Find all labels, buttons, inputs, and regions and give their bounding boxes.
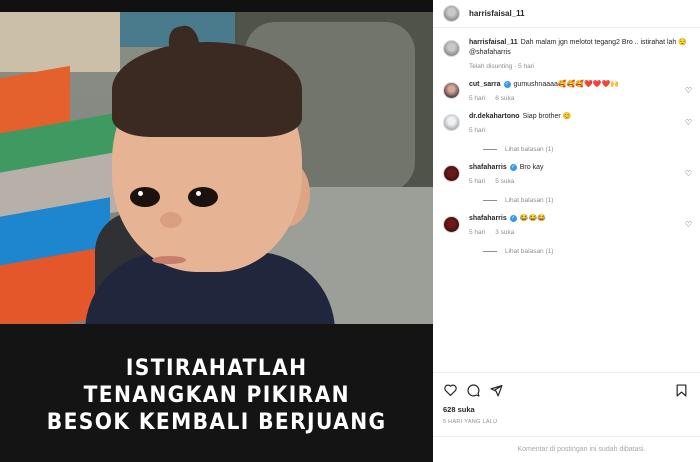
view-replies-button[interactable]: Lihat balasan (1) — [483, 146, 700, 153]
comment-username[interactable]: shafaharris — [469, 215, 507, 222]
replies-dash — [483, 200, 497, 201]
author-username[interactable]: harrisfaisal_11 — [469, 9, 525, 18]
post-side-panel: harrisfaisal_11 harrisfaisal_11 Dah malam… — [433, 0, 700, 462]
view-replies-label: Lihat balasan (1) — [505, 197, 554, 204]
author-avatar[interactable] — [443, 5, 460, 22]
replies-dash — [483, 149, 497, 150]
comment-heart-icon[interactable]: ♡ — [685, 86, 692, 95]
image-caption-line-3: BESOK KEMBALI BERJUANG — [46, 409, 387, 435]
comment-item: dr.dekahartono Siap brother 😊 5 hari ♡ — [433, 108, 700, 134]
comment-username[interactable]: dr.dekahartono — [469, 113, 520, 120]
comment-heart-icon[interactable]: ♡ — [685, 118, 692, 127]
comment-heart-icon[interactable]: ♡ — [685, 169, 692, 178]
post-actions: 628 suka 5 HARI YANG LALU — [433, 372, 700, 425]
verified-badge-icon: ✓ — [503, 80, 511, 88]
baby-eye-left — [130, 187, 160, 207]
action-icons — [443, 379, 690, 401]
baby-nose — [160, 212, 182, 228]
comment-heart-icon[interactable]: ♡ — [685, 220, 692, 229]
comment-likes[interactable]: 6 suka — [495, 95, 514, 102]
comment-likes[interactable]: 3 suka — [495, 229, 514, 236]
view-replies-button[interactable]: Lihat balasan (1) — [483, 248, 700, 255]
comment-item: shafaharris ✓ 😂😂😂 5 hari 3 suka ♡ — [433, 210, 700, 236]
view-replies-label: Lihat balasan (1) — [505, 248, 554, 255]
view-replies-label: Lihat balasan (1) — [505, 146, 554, 153]
caption-meta: Telah disunting · 5 hari — [469, 63, 535, 70]
comment-time: 5 hari — [469, 178, 486, 185]
verified-badge-icon: ✓ — [509, 163, 517, 171]
comment-text: Bro kay — [519, 164, 544, 171]
comment-item: shafaharris ✓ Bro kay 5 hari 5 suka ♡ — [433, 159, 700, 185]
background-shelf — [0, 12, 120, 72]
replies-dash — [483, 251, 497, 252]
comments-disabled-notice: Komentar di postingan ini sudah dibatasi… — [433, 436, 700, 462]
likes-count[interactable]: 628 suka — [443, 405, 690, 414]
comment-time: 5 hari — [469, 95, 486, 102]
comment-icon[interactable] — [466, 383, 480, 397]
caption-username[interactable]: harrisfaisal_11 — [469, 39, 518, 46]
post-header: harrisfaisal_11 — [433, 0, 700, 28]
caption-comment: harrisfaisal_11 Dah malam jgn melotot teg… — [433, 34, 700, 70]
post-photo — [0, 12, 433, 324]
post-media: ISTIRAHATLAH TENANGKAN PIKIRAN BESOK KEM… — [0, 0, 433, 462]
comment-text: gumushnaaaa🥰🥰🥰❤️❤️❤️🙌 — [513, 81, 619, 88]
post-time-ago: 5 HARI YANG LALU — [443, 419, 498, 425]
comment-username[interactable]: cut_sarra — [469, 81, 501, 88]
heart-icon[interactable] — [443, 383, 457, 397]
verified-badge-icon: ✓ — [509, 214, 517, 222]
comments-list[interactable]: harrisfaisal_11 Dah malam jgn melotot teg… — [433, 34, 700, 372]
commenter-avatar[interactable] — [443, 216, 460, 233]
share-icon[interactable] — [489, 383, 503, 397]
baby-eye-right — [188, 187, 218, 207]
image-caption-line-1: ISTIRAHATLAH — [125, 355, 308, 381]
baby-mouth — [152, 256, 186, 264]
image-caption-line-2: TENANGKAN PIKIRAN — [83, 382, 350, 408]
comment-likes[interactable]: 5 suka — [495, 178, 514, 185]
image-caption-box: ISTIRAHATLAH TENANGKAN PIKIRAN BESOK KEM… — [0, 324, 433, 462]
comment-text: 😂😂😂 — [519, 215, 546, 222]
commenter-avatar[interactable] — [443, 165, 460, 182]
caption-avatar[interactable] — [443, 40, 460, 57]
comment-text: Siap brother 😊 — [522, 113, 572, 120]
baby-hair — [112, 42, 302, 137]
comment-time: 5 hari — [469, 127, 486, 134]
commenter-avatar[interactable] — [443, 82, 460, 99]
comment-item: cut_sarra ✓ gumushnaaaa🥰🥰🥰❤️❤️❤️🙌 5 hari 6 … — [433, 76, 700, 102]
comment-time: 5 hari — [469, 229, 486, 236]
commenter-avatar[interactable] — [443, 114, 460, 131]
comment-username[interactable]: shafaharris — [469, 164, 507, 171]
bookmark-icon[interactable] — [674, 383, 688, 397]
view-replies-button[interactable]: Lihat balasan (1) — [483, 197, 700, 204]
